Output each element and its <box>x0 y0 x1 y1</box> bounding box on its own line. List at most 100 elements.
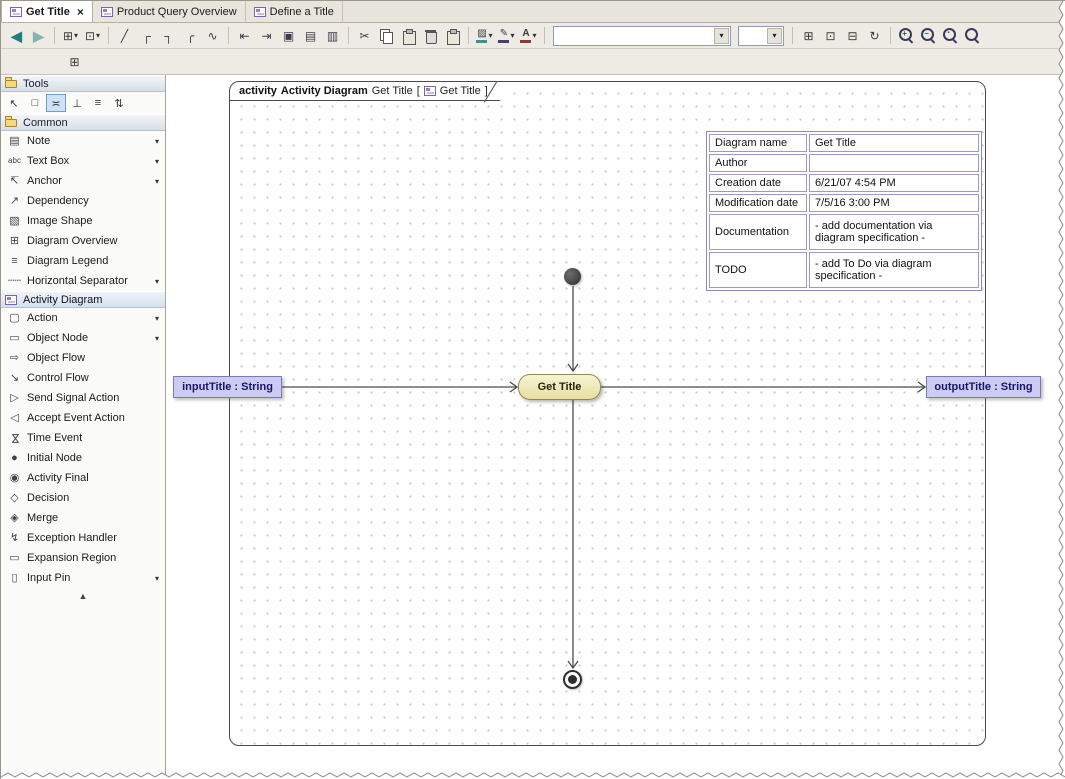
initial-node[interactable] <box>564 268 581 285</box>
refresh-button[interactable]: ↻ <box>864 25 885 46</box>
font-color-button[interactable]: A ▾ <box>518 25 539 46</box>
diagram-overview-icon: ⊞ <box>9 234 20 247</box>
chevron-down-icon[interactable]: ▾ <box>155 277 161 286</box>
oblique-path-button[interactable]: ╱ <box>114 25 135 46</box>
chevron-down-icon[interactable]: ▾ <box>155 157 161 166</box>
partition-button[interactable]: ⇥ <box>256 25 277 46</box>
zoom-in-button[interactable]: + <box>896 25 917 46</box>
input-pin-icon: ▯ <box>11 571 18 584</box>
palette-item-text-box[interactable]: abc Text Box ▾ <box>1 151 165 171</box>
back-icon: ◀ <box>11 27 22 44</box>
object-node-input-title[interactable]: inputTitle : String <box>173 376 282 398</box>
palette-item-horizontal-separator[interactable]: ┄┄ Horizontal Separator ▾ <box>1 271 165 291</box>
tab-define-a-title[interactable]: Define a Title <box>245 1 343 22</box>
select-tool[interactable]: ↖ <box>4 94 24 112</box>
related-elements-button[interactable]: ⊡ ▾ <box>82 25 103 46</box>
rectilinear-path-button[interactable]: ┌ <box>136 25 157 46</box>
show-grid-button[interactable]: ⊟ <box>842 25 863 46</box>
chevron-down-icon[interactable]: ▾ <box>155 314 161 323</box>
zoom-combo-box[interactable]: ▾ <box>738 25 784 46</box>
bent-path-icon: ┐ <box>164 28 173 43</box>
chevron-down-icon[interactable]: ▾ <box>155 574 161 583</box>
table-row: Author <box>709 154 979 172</box>
containment-tree-button[interactable]: ⊞ <box>64 51 85 72</box>
tab-product-query-overview[interactable]: Product Query Overview <box>92 1 246 22</box>
rounded-path-button[interactable]: ╭ <box>180 25 201 46</box>
bent-path-button[interactable]: ┐ <box>158 25 179 46</box>
palette-item-activity-final[interactable]: ◉ Activity Final <box>1 468 165 488</box>
save-as-image-button[interactable]: ⊞ <box>798 25 819 46</box>
fill-color-button[interactable]: ▨ ▾ <box>474 25 495 46</box>
zoom-out-button[interactable]: − <box>918 25 939 46</box>
activity-diagram-icon <box>100 6 113 17</box>
palette-item-input-pin[interactable]: ▯ Input Pin ▾ <box>1 568 165 588</box>
distribute-shapes-button[interactable]: ▤ <box>300 25 321 46</box>
tab-get-title[interactable]: Get Title × <box>1 1 93 22</box>
spline-path-button[interactable]: ∿ <box>202 25 223 46</box>
delete-button[interactable] <box>420 25 441 46</box>
cut-button[interactable]: ✂ <box>354 25 375 46</box>
palette-item-object-node[interactable]: ▭ Object Node ▾ <box>1 328 165 348</box>
zoom-reset-button[interactable] <box>962 25 983 46</box>
text-box-icon: abc <box>8 156 21 165</box>
same-size-button[interactable]: ▥ <box>322 25 343 46</box>
palette-collapse-button[interactable]: ▲ <box>1 588 165 603</box>
palette-item-image-shape[interactable]: ▧ Image Shape <box>1 211 165 231</box>
palette-item-anchor[interactable]: ↸ Anchor ▾ <box>1 171 165 191</box>
palette-item-initial-node[interactable]: ● Initial Node <box>1 448 165 468</box>
palette-item-diagram-overview[interactable]: ⊞ Diagram Overview <box>1 231 165 251</box>
chevron-down-icon[interactable]: ▾ <box>155 334 161 343</box>
toolbar-separator <box>792 27 793 44</box>
palette-item-object-flow[interactable]: ⇨ Object Flow <box>1 348 165 368</box>
palette-item-diagram-legend[interactable]: ≡ Diagram Legend <box>1 251 165 271</box>
reorder-tool[interactable]: ⇅ <box>109 94 129 112</box>
copy-button[interactable] <box>376 25 397 46</box>
palette-item-time-event[interactable]: ⋈ Time Event <box>1 428 165 448</box>
palette-item-dependency[interactable]: ↗ Dependency <box>1 191 165 211</box>
diagram-info-table[interactable]: Diagram name Get Title Author Creation d… <box>706 131 982 291</box>
object-node-output-title[interactable]: outputTitle : String <box>926 376 1041 398</box>
palette-item-note[interactable]: ▤ Note ▾ <box>1 131 165 151</box>
snap-link-tool[interactable]: ≍ <box>46 94 66 112</box>
style-combo-box[interactable]: ▾ <box>553 25 731 46</box>
paste-special-icon <box>446 28 460 45</box>
close-tab-icon[interactable]: × <box>77 5 84 19</box>
action-node-get-title[interactable]: Get Title <box>518 374 601 400</box>
paste-special-button[interactable] <box>442 25 463 46</box>
activity-final-node[interactable] <box>563 670 582 689</box>
paste-button[interactable] <box>398 25 419 46</box>
frame-header[interactable]: activity Activity Diagram Get Title [ Ge… <box>230 82 512 101</box>
diagram-tree-button[interactable]: ⊞ ▾ <box>60 25 81 46</box>
chevron-down-icon[interactable]: ▾ <box>714 27 729 44</box>
diagram-canvas[interactable]: activity Activity Diagram Get Title [ Ge… <box>167 75 1065 779</box>
chevron-down-icon[interactable]: ▾ <box>155 177 161 186</box>
chevron-down-icon[interactable]: ▾ <box>767 27 782 44</box>
distribute-tool[interactable]: ≡ <box>88 94 108 112</box>
align-bottom-tool[interactable]: ⊥ <box>67 94 87 112</box>
palette-header-tools[interactable]: Tools <box>1 75 165 92</box>
align-shapes-button[interactable]: ▣ <box>278 25 299 46</box>
palette-header-common[interactable]: Common <box>1 114 165 131</box>
swimlane-button[interactable]: ⇤ <box>234 25 255 46</box>
palette-item-accept-event-action[interactable]: ◁ Accept Event Action <box>1 408 165 428</box>
zoom-fit-button[interactable]: ▪ <box>940 25 961 46</box>
group-select-tool[interactable]: □ <box>25 94 45 112</box>
palette-item-action[interactable]: ▢ Action ▾ <box>1 308 165 328</box>
palette-item-expansion-region[interactable]: ▭ Expansion Region <box>1 548 165 568</box>
chevron-down-icon: ▾ <box>96 30 101 40</box>
object-node-label: inputTitle : String <box>182 381 273 393</box>
chevron-down-icon[interactable]: ▾ <box>155 137 161 146</box>
palette-item-decision[interactable]: ◇ Decision <box>1 488 165 508</box>
line-color-button[interactable]: ✎ ▾ <box>496 25 517 46</box>
forward-button[interactable]: ▶ <box>28 25 49 46</box>
decision-icon: ◇ <box>10 491 19 504</box>
palette-header-label: Common <box>23 116 68 129</box>
palette-item-control-flow[interactable]: ↘ Control Flow <box>1 368 165 388</box>
trash-icon <box>424 29 437 44</box>
palette-item-merge[interactable]: ◈ Merge <box>1 508 165 528</box>
palette-item-exception-handler[interactable]: ↯ Exception Handler <box>1 528 165 548</box>
add-to-favorites-button[interactable]: ⊡ <box>820 25 841 46</box>
back-button[interactable]: ◀ <box>6 25 27 46</box>
palette-header-activity-diagram[interactable]: Activity Diagram <box>1 291 165 308</box>
palette-item-send-signal-action[interactable]: ▷ Send Signal Action <box>1 388 165 408</box>
